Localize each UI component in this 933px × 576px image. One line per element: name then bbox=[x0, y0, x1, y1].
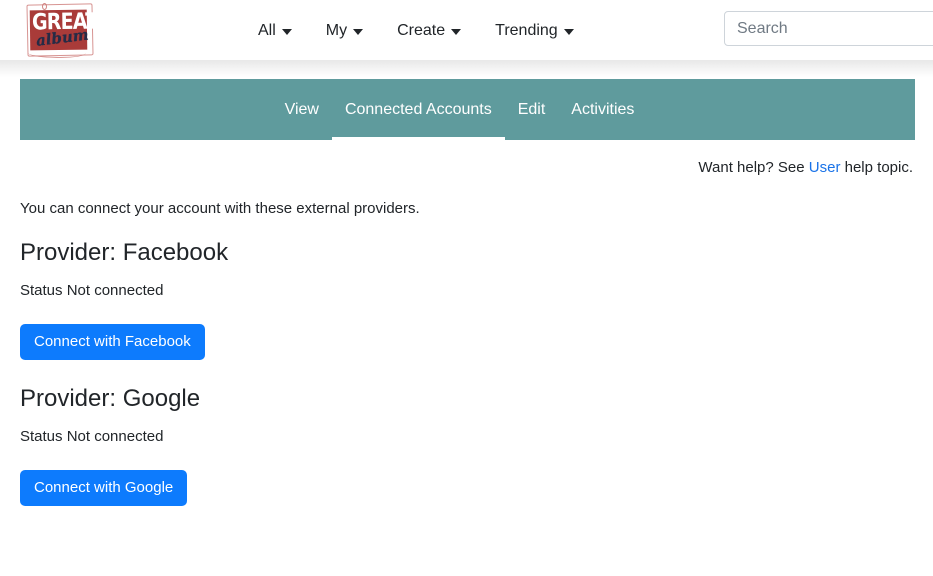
tab-connected-accounts-label: Connected Accounts bbox=[344, 101, 492, 118]
site-header: GREAT album All My Create Trending bbox=[0, 0, 933, 61]
tab-view-label: View bbox=[284, 101, 319, 118]
provider-title-google: Provider: Google bbox=[20, 385, 201, 412]
search-input[interactable] bbox=[724, 11, 933, 46]
nav-item-all[interactable]: All bbox=[258, 21, 292, 40]
profile-tabbar: View Connected Accounts Edit Activities bbox=[20, 79, 915, 140]
nav-item-my-label: My bbox=[325, 22, 348, 39]
provider-title-facebook: Provider: Facebook bbox=[20, 239, 229, 266]
provider-status-google: Status Not connected bbox=[20, 428, 164, 445]
nav-item-create-label: Create bbox=[397, 22, 446, 39]
provider-block-google: Provider: Google Status Not connected Co… bbox=[20, 384, 200, 506]
intro-text: You can connect your account with these … bbox=[20, 200, 420, 217]
tab-edit[interactable]: Edit bbox=[505, 79, 559, 140]
provider-status-facebook: Status Not connected bbox=[20, 282, 164, 299]
logo-swoosh-icon bbox=[27, 46, 87, 60]
nav-item-trending[interactable]: Trending bbox=[495, 21, 574, 40]
tab-activities[interactable]: Activities bbox=[558, 79, 647, 140]
tab-edit-label: Edit bbox=[517, 101, 546, 118]
help-prefix: Want help? See bbox=[698, 159, 809, 176]
nav-item-trending-label: Trending bbox=[495, 22, 558, 39]
main-navigation: All My Create Trending bbox=[258, 0, 574, 61]
site-logo[interactable]: GREAT album bbox=[24, 2, 98, 60]
nav-item-all-label: All bbox=[258, 22, 276, 39]
provider-block-facebook: Provider: Facebook Status Not connected … bbox=[20, 238, 228, 360]
chevron-down-icon bbox=[281, 28, 292, 35]
tab-connected-accounts[interactable]: Connected Accounts bbox=[331, 79, 505, 140]
help-user-link[interactable]: User bbox=[809, 159, 841, 176]
chevron-down-icon bbox=[451, 28, 462, 35]
chevron-down-icon bbox=[563, 28, 574, 35]
tab-view[interactable]: View bbox=[272, 79, 332, 140]
chevron-down-icon bbox=[353, 28, 364, 35]
header-shadow bbox=[0, 61, 933, 77]
connect-with-facebook-button[interactable]: Connect with Facebook bbox=[20, 324, 205, 360]
help-topic-line: Want help? See User help topic. bbox=[698, 158, 913, 177]
nav-item-my[interactable]: My bbox=[325, 21, 364, 40]
nav-item-create[interactable]: Create bbox=[397, 21, 462, 40]
help-suffix: help topic. bbox=[840, 159, 913, 176]
connect-with-google-button[interactable]: Connect with Google bbox=[20, 470, 188, 506]
tab-activities-label: Activities bbox=[571, 101, 635, 118]
